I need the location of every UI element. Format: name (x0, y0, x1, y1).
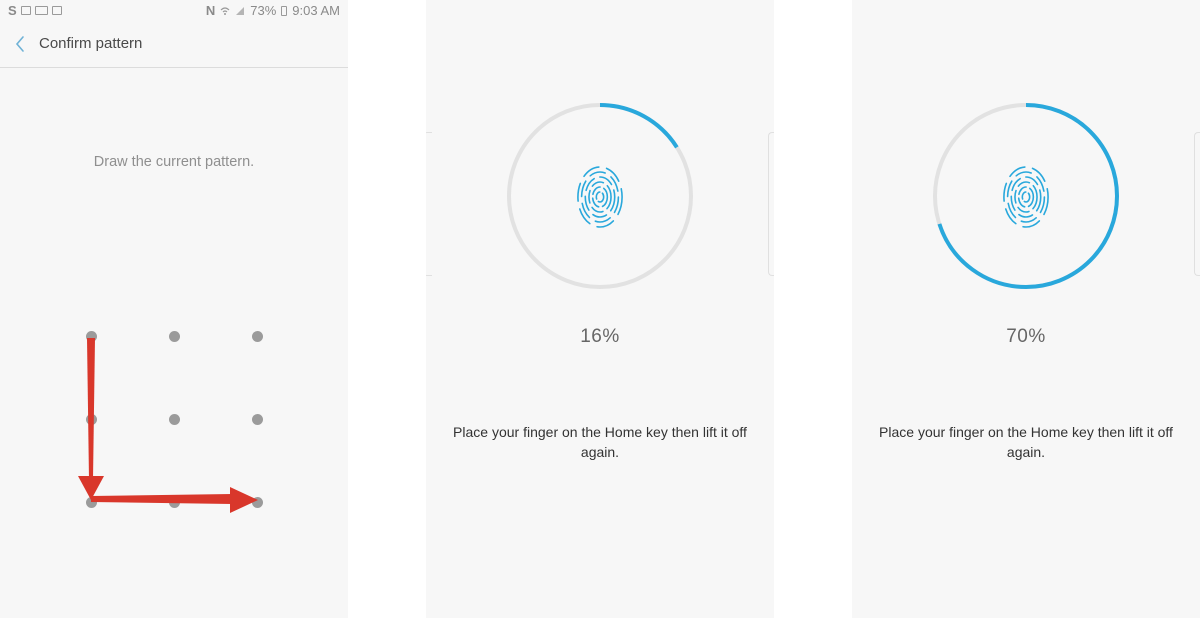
arrow-down-shaft (87, 338, 95, 480)
page-title: Confirm pattern (39, 35, 143, 52)
fingerprint-register-screen-2: 70% Place your finger on the Home key th… (852, 0, 1200, 618)
fingerprint-icon (577, 166, 623, 228)
carrier-icon: S (8, 3, 17, 18)
fingerprint-ridge (595, 191, 605, 203)
previous-screen-edge (426, 132, 432, 276)
confirm-pattern-screen: S N 73% 9:03 AM Confirm pattern Draw the… (0, 0, 348, 618)
pattern-dot-bottom-right[interactable] (251, 496, 263, 508)
pattern-dot-top-right[interactable] (251, 330, 263, 342)
next-screen-edge (768, 132, 774, 276)
fingerprint-prompt: Place your finger on the Home key then l… (453, 424, 747, 460)
pattern-dot-bottom-center[interactable] (168, 496, 180, 508)
fingerprint-icon (1003, 166, 1049, 228)
photo-icon (34, 6, 48, 15)
signal-icon (236, 6, 245, 15)
progress-percent: 16% (580, 326, 620, 347)
battery-icon (281, 5, 288, 16)
back-arrow-icon[interactable] (12, 32, 28, 56)
status-bar: S N 73% 9:03 AM (0, 0, 348, 22)
pattern-dot-middle-left[interactable] (85, 413, 97, 425)
message-icon (51, 6, 62, 15)
pattern-dot-top-left[interactable] (85, 330, 97, 342)
fingerprint-prompt: Place your finger on the Home key then l… (879, 424, 1173, 460)
arrow-right-shaft (91, 494, 232, 504)
pattern-instruction: Draw the current pattern. (93, 154, 255, 170)
battery-percent: 73% (250, 3, 277, 18)
app-bar: Confirm pattern (0, 22, 348, 68)
wifi-icon (220, 6, 230, 15)
nfc-icon: N (205, 3, 216, 18)
progress-percent: 70% (1006, 326, 1046, 347)
pattern-dot-middle-right[interactable] (251, 413, 263, 425)
gallery-icon (20, 6, 31, 15)
clock: 9:03 AM (292, 3, 340, 18)
next-screen-edge (1194, 132, 1200, 276)
pattern-dot-bottom-left[interactable] (85, 496, 97, 508)
fingerprint-ridge (1021, 191, 1031, 203)
progress-ring (933, 103, 1119, 289)
progress-ring (507, 103, 693, 289)
pattern-dot-middle-center[interactable] (168, 413, 180, 425)
fingerprint-register-screen-1: 16% Place your finger on the Home key th… (426, 0, 774, 618)
pattern-dot-top-center[interactable] (168, 330, 180, 342)
pattern-path-arrows (78, 338, 258, 513)
